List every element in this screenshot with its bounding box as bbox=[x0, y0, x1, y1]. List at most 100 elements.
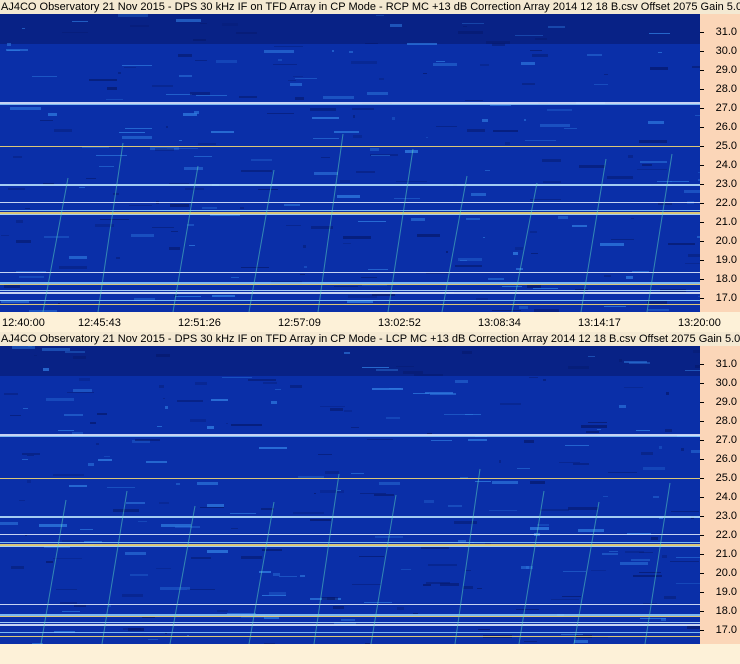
frequency-tick-label: 25.0 bbox=[715, 472, 737, 484]
spectrogram-noise bbox=[578, 529, 604, 532]
spectrogram-noise bbox=[490, 105, 511, 106]
frequency-tick-label: 30.0 bbox=[715, 377, 737, 389]
spectrogram-noise bbox=[349, 51, 353, 53]
spectrogram-noise bbox=[517, 468, 530, 469]
spectrogram-noise bbox=[175, 296, 201, 297]
spectrogram-noise bbox=[341, 619, 355, 621]
spectrogram-noise bbox=[353, 135, 362, 138]
spectrogram-noise bbox=[353, 115, 355, 118]
spectrogram-noise bbox=[337, 195, 360, 198]
spectrogram-noise bbox=[69, 485, 87, 487]
spectrogram-noise bbox=[608, 472, 637, 473]
spectrogram-noise bbox=[670, 561, 699, 562]
spectrogram-noise bbox=[152, 85, 173, 87]
interference-line bbox=[0, 184, 700, 186]
spectrogram-noise bbox=[194, 156, 212, 157]
spectrogram-noise bbox=[499, 460, 501, 463]
time-axis: 12:40:00 12:45:43 12:51:26 12:57:09 13:02:52… bbox=[0, 312, 740, 332]
spectrogram-noise bbox=[389, 388, 401, 389]
spectrogram-noise bbox=[0, 522, 18, 525]
spectrogram-noise bbox=[179, 140, 182, 141]
spectrogram-noise bbox=[156, 568, 171, 569]
spectrogram-noise bbox=[8, 188, 25, 190]
spectrogram-noise bbox=[352, 584, 381, 585]
frequency-tick: 22.0 bbox=[700, 529, 740, 541]
spectrogram-noise bbox=[300, 575, 305, 577]
frequency-tick: 21.0 bbox=[700, 548, 740, 560]
frequency-tick: 18.0 bbox=[700, 273, 740, 285]
spectrogram-noise bbox=[22, 459, 28, 460]
spectrogram-noise bbox=[130, 25, 149, 27]
spectrogram-noise bbox=[471, 193, 486, 196]
spectrogram-noise bbox=[198, 143, 216, 145]
spectrogram-noise bbox=[465, 100, 483, 101]
spectrogram-noise bbox=[226, 423, 228, 424]
frequency-tick-label: 24.0 bbox=[715, 159, 737, 171]
spectrogram-noise bbox=[334, 131, 359, 133]
spectrogram-noise bbox=[365, 43, 378, 44]
spectrogram-noise bbox=[588, 356, 595, 357]
spectrogram-noise bbox=[148, 639, 158, 640]
interference-line bbox=[0, 210, 700, 211]
spectrogram-noise bbox=[396, 181, 427, 182]
frequency-tick: 26.0 bbox=[700, 453, 740, 465]
spectrogram-noise bbox=[530, 50, 542, 51]
spectrogram-noise bbox=[455, 265, 482, 267]
spectrogram-noise bbox=[27, 455, 34, 456]
spectrogram-noise bbox=[414, 374, 443, 376]
spectrogram-noise bbox=[462, 351, 472, 354]
time-tick-label: 13:02:52 bbox=[378, 317, 421, 329]
spectrogram-noise bbox=[356, 171, 375, 173]
spectrogram-noise bbox=[34, 355, 37, 356]
spectrogram-noise bbox=[352, 108, 374, 110]
spectrogram-noise bbox=[184, 167, 203, 170]
time-tick-label: 13:08:34 bbox=[478, 317, 521, 329]
spectrogram-noise bbox=[190, 92, 210, 95]
spectrogram-noise bbox=[191, 557, 211, 559]
spectrogram-noise bbox=[524, 119, 526, 121]
spectrogram-noise bbox=[258, 189, 278, 190]
spectrogram-noise bbox=[436, 61, 445, 62]
spectrogram-noise bbox=[641, 452, 653, 455]
frequency-tick-label: 21.0 bbox=[715, 216, 737, 228]
spectrogram-noise bbox=[681, 448, 684, 451]
spectrogram-noise bbox=[401, 569, 411, 570]
spectrogram-noise bbox=[591, 570, 606, 571]
spectrogram-noise bbox=[62, 32, 88, 33]
frequency-tick-label: 28.0 bbox=[715, 83, 737, 95]
spectrogram-noise bbox=[428, 564, 457, 566]
spectrogram-noise bbox=[16, 240, 31, 243]
spectrogram-noise bbox=[79, 378, 90, 381]
spectrogram-noise bbox=[56, 589, 77, 590]
spectrogram-noise bbox=[662, 555, 667, 558]
spectrogram-noise bbox=[200, 23, 207, 24]
spectrogram-noise bbox=[22, 28, 25, 29]
spectrogram-noise bbox=[492, 43, 505, 46]
spectrogram-noise bbox=[239, 96, 257, 98]
frequency-tick-label: 18.0 bbox=[715, 605, 737, 617]
spectrogram-noise bbox=[572, 225, 587, 227]
spectrogram-noise bbox=[322, 597, 335, 600]
spectrogram-noise bbox=[80, 529, 93, 530]
spectrogram-noise bbox=[637, 169, 667, 170]
spectrogram-noise bbox=[548, 26, 565, 28]
spectrogram-noise bbox=[540, 124, 570, 127]
time-tick-label: 13:14:17 bbox=[578, 317, 621, 329]
spectrogram-noise bbox=[7, 43, 11, 46]
spectrogram-noise bbox=[54, 129, 72, 132]
spectrogram-noise bbox=[146, 461, 167, 463]
spectrogram-noise bbox=[124, 67, 136, 68]
spectrogram-noise bbox=[563, 571, 586, 572]
spectrogram-noise bbox=[458, 540, 466, 542]
spectrogram-noise bbox=[43, 368, 49, 371]
spectrogram-noise bbox=[106, 99, 123, 100]
spectrogram-noise bbox=[515, 35, 543, 36]
spectrogram-noise bbox=[107, 487, 135, 488]
spectrogram-noise bbox=[465, 414, 481, 415]
time-tick-label: 12:57:09 bbox=[278, 317, 321, 329]
spectrogram-noise bbox=[693, 350, 700, 353]
spectrogram-noise bbox=[178, 54, 192, 57]
spectrogram-noise bbox=[521, 62, 535, 65]
spectrogram-noise bbox=[89, 79, 117, 81]
spectrogram-noise bbox=[207, 504, 224, 507]
